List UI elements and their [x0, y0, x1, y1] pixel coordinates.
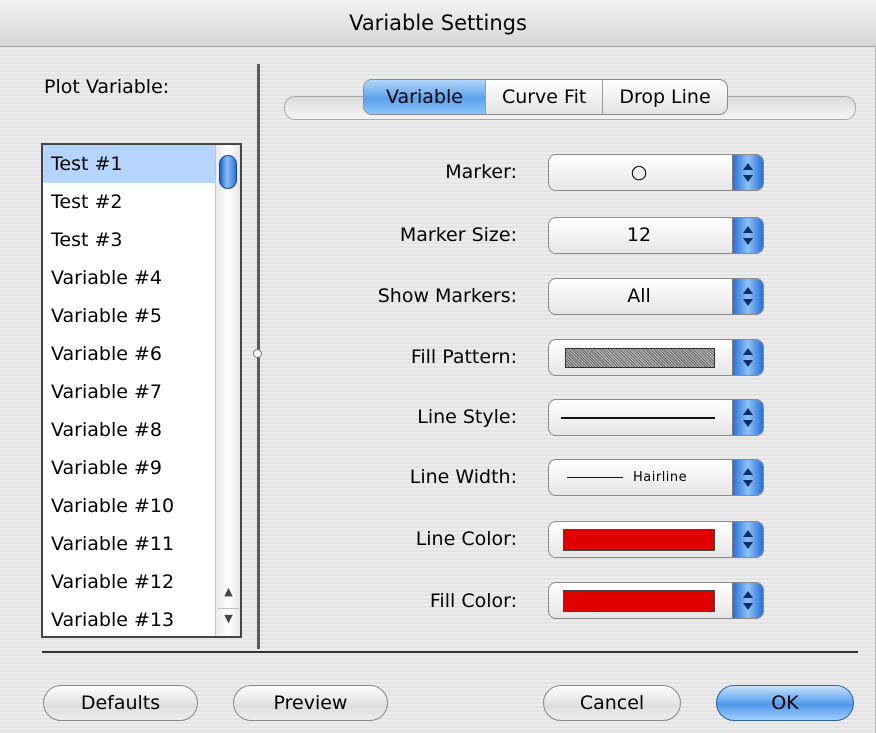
list-item[interactable]: Variable #4: [43, 259, 215, 297]
list-item[interactable]: Variable #7: [43, 373, 215, 411]
popup-arrows-icon: [732, 155, 763, 190]
list-item[interactable]: Variable #5: [43, 297, 215, 335]
marker-size-popup[interactable]: 12: [548, 217, 764, 254]
tab-drop-line[interactable]: Drop Line: [602, 80, 726, 114]
line-width-label: Line Width:: [409, 466, 517, 488]
scrollbar-thumb[interactable]: [219, 155, 237, 189]
tab-variable[interactable]: Variable: [364, 80, 485, 114]
fill-pattern-swatch: [565, 348, 715, 368]
list-item[interactable]: Test #1: [43, 145, 215, 183]
window-title: Variable Settings: [0, 0, 876, 47]
marker-label: Marker:: [445, 161, 517, 183]
popup-arrows-icon: [732, 340, 763, 375]
list-item[interactable]: Variable #11: [43, 525, 215, 563]
fill-color-popup[interactable]: [548, 582, 764, 619]
line-width-sample: [567, 477, 623, 478]
fill-color-label: Fill Color:: [429, 590, 517, 612]
list-item[interactable]: Variable #8: [43, 411, 215, 449]
line-color-popup[interactable]: [548, 521, 764, 558]
popup-arrows-icon: [732, 522, 763, 557]
scroll-down-arrow-icon[interactable]: ▼: [218, 608, 239, 629]
fill-color-swatch: [563, 590, 715, 612]
line-color-swatch: [563, 529, 715, 551]
marker-size-label: Marker Size:: [399, 224, 517, 246]
variable-settings-dialog: Variable Settings Plot Variable: Test #1…: [0, 0, 876, 733]
defaults-button[interactable]: Defaults: [43, 685, 198, 721]
show-markers-value: All: [627, 285, 651, 307]
list-item[interactable]: Variable #9: [43, 449, 215, 487]
line-style-sample: [561, 417, 715, 419]
list-item[interactable]: Test #3: [43, 221, 215, 259]
popup-arrows-icon: [732, 279, 763, 314]
marker-popup[interactable]: ○: [548, 154, 764, 191]
list-item[interactable]: Variable #12: [43, 563, 215, 601]
fill-pattern-label: Fill Pattern:: [410, 346, 517, 368]
list-item[interactable]: Variable #13: [43, 601, 215, 636]
ok-button[interactable]: OK: [716, 685, 854, 721]
popup-arrows-icon: [732, 583, 763, 618]
popup-arrows-icon: [732, 218, 763, 253]
list-item[interactable]: Test #2: [43, 183, 215, 221]
fill-pattern-popup[interactable]: [548, 339, 764, 376]
marker-size-value: 12: [626, 224, 652, 246]
footer-divider: [42, 651, 858, 653]
list-scrollbar[interactable]: ▲ ▼: [215, 145, 240, 636]
split-handle[interactable]: [253, 349, 262, 358]
line-width-value: Hairline: [633, 470, 688, 485]
list-item[interactable]: Variable #10: [43, 487, 215, 525]
show-markers-label: Show Markers:: [377, 285, 517, 307]
line-style-label: Line Style:: [417, 406, 517, 428]
show-markers-popup[interactable]: All: [548, 278, 764, 315]
plot-variable-label: Plot Variable:: [44, 76, 170, 98]
line-style-popup[interactable]: [548, 399, 764, 436]
marker-value: ○: [630, 161, 648, 183]
list-item[interactable]: Variable #6: [43, 335, 215, 373]
tab-group: Variable Curve Fit Drop Line: [363, 79, 728, 115]
scroll-up-arrow-icon[interactable]: ▲: [218, 582, 239, 602]
line-color-label: Line Color:: [415, 528, 517, 550]
plot-variable-list[interactable]: Test #1 Test #2 Test #3 Variable #4 Vari…: [41, 143, 242, 638]
line-width-popup[interactable]: Hairline: [548, 459, 764, 496]
cancel-button[interactable]: Cancel: [543, 685, 681, 721]
popup-arrows-icon: [732, 460, 763, 495]
popup-arrows-icon: [732, 400, 763, 435]
tab-curve-fit[interactable]: Curve Fit: [484, 80, 602, 114]
preview-button[interactable]: Preview: [233, 685, 388, 721]
